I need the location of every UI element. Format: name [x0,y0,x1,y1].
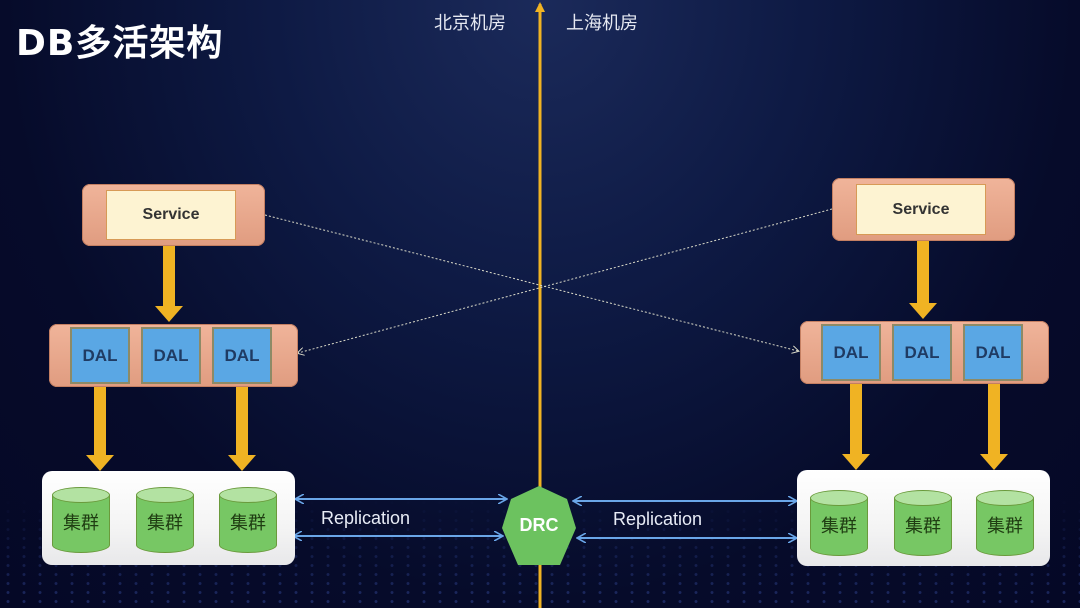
right-cluster-2: 集群 [894,490,952,556]
left-service-container: Service [82,184,265,246]
left-cluster-1: 集群 [52,487,110,553]
database-cylinder-icon [52,487,110,503]
left-cluster-2: 集群 [136,487,194,553]
database-cylinder-icon [136,487,194,503]
left-dal-3: DAL [212,327,272,384]
arrow-left-dal-to-cluster-2 [228,387,256,471]
datacenter-label-beijing: 北京机房 [434,13,506,34]
right-service-box: Service [856,184,986,235]
arrow-right-service-to-dal [909,241,937,319]
left-dal-container: DAL DAL DAL [49,324,298,387]
replication-label-left: Replication [321,508,411,528]
left-cluster-3: 集群 [219,487,277,553]
cross-link-left-service-to-right-dal [264,214,798,351]
cross-link-right-service-to-left-dal [298,208,833,353]
right-cluster-3: 集群 [976,490,1034,556]
database-cylinder-icon [219,487,277,503]
right-dal-3: DAL [963,324,1023,381]
right-service-container: Service [832,178,1015,241]
page-title: DB多活架构 [16,23,224,64]
right-dal-1: DAL [821,324,881,381]
database-cylinder-icon [976,490,1034,506]
drc-label: DRC [519,515,559,535]
database-cylinder-icon [894,490,952,506]
arrow-left-dal-to-cluster-1 [86,387,114,471]
arrow-left-service-to-dal [155,246,183,322]
left-cluster-container: 集群 集群 集群 [42,471,295,565]
divider-arrow-top-icon [535,2,545,12]
left-dal-2: DAL [141,327,201,384]
right-dal-container: DAL DAL DAL [800,321,1049,384]
datacenter-label-shanghai: 上海机房 [566,13,638,34]
left-service-box: Service [106,190,236,240]
right-dal-2: DAL [892,324,952,381]
arrow-right-dal-to-cluster-2 [980,384,1008,470]
database-cylinder-icon [810,490,868,506]
replication-label-right: Replication [613,509,703,529]
arrow-right-dal-to-cluster-1 [842,384,870,470]
left-dal-1: DAL [70,327,130,384]
right-cluster-1: 集群 [810,490,868,556]
right-cluster-container: 集群 集群 集群 [797,470,1050,566]
